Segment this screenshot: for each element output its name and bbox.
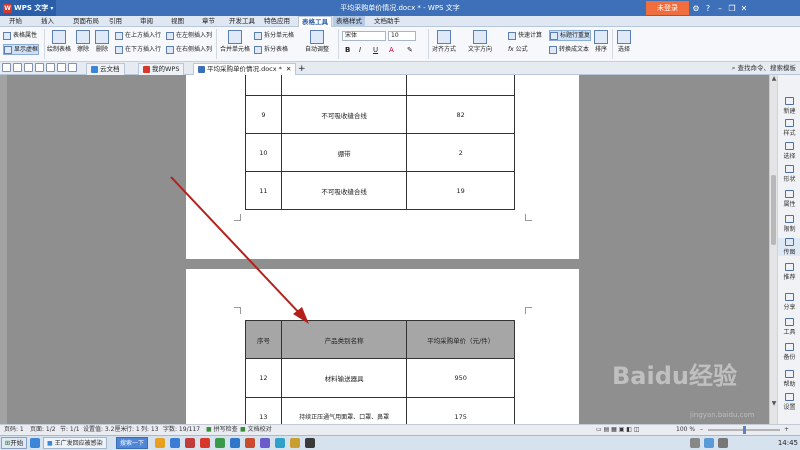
view-mode-icons[interactable]: ▭ ▤ ▦ ▣ ◧ ◫ [596,425,640,435]
backup-icon [785,343,794,351]
network-icon[interactable] [704,438,714,448]
right-task-panel: 新建 样式 选择 形状 属性 限制 传图 推荐 分享 工具 备份 帮助 设置 [777,75,800,424]
status-setting: 设置值: 3.2厘米 [83,426,127,433]
folder-icon[interactable] [155,438,165,448]
watermark-url: jingyan.baidu.com [690,411,755,419]
image-icon [785,238,794,246]
props-icon [785,190,794,198]
vertical-scrollbar[interactable]: ▲ ▼ [769,75,777,424]
style-icon [785,119,794,127]
status-section: 节: 1/1 [60,426,80,433]
ie-icon[interactable] [30,438,40,448]
scroll-thumb[interactable] [771,175,776,245]
start-button[interactable]: ⊞开始 [1,437,27,449]
panel-upload-image[interactable]: 传图 [778,238,800,256]
zoom-out-icon[interactable]: – [700,425,703,435]
news-icon: ■ [47,440,53,447]
wps-window: W WPS 文字 ▾ 平均采购单价情况.docx * - WPS 文字 未登录 … [0,0,800,450]
share-icon [785,293,794,301]
tray-icon[interactable] [690,438,700,448]
tools-icon [785,318,794,326]
app-icon[interactable] [230,438,240,448]
media-icon[interactable] [185,438,195,448]
status-bar: 页码: 1 页面: 1/2 节: 1/1 设置值: 3.2厘米 行: 1 列: … [0,424,800,435]
ie-icon[interactable] [170,438,180,448]
panel-shape[interactable]: 形状 [778,165,800,183]
help-icon [785,370,794,378]
zoom-slider-knob[interactable] [743,426,746,434]
panel-style[interactable]: 样式 [778,119,800,137]
check-icon: ■ [206,426,212,433]
status-words[interactable]: 字数: 19/117 [163,425,200,435]
taskbar-news-app[interactable]: ■ 王广发回应被感染 [43,437,107,449]
panel-props[interactable]: 属性 [778,190,800,208]
restrict-icon [785,215,794,223]
baidu-watermark: Baidu经验 [612,362,737,390]
app-icon[interactable] [290,438,300,448]
shape-icon [785,165,794,173]
app-icon[interactable] [275,438,285,448]
new-icon [785,97,794,105]
taskbar-search[interactable]: 搜索一下 [116,437,149,449]
zoom-in-icon[interactable]: + [784,425,789,435]
panel-backup[interactable]: 备份 [778,343,800,361]
app-icon[interactable] [260,438,270,448]
panel-new[interactable]: 新建 [778,97,800,115]
wps-taskbar-icon[interactable] [200,438,210,448]
volume-icon[interactable] [718,438,728,448]
panel-share[interactable]: 分享 [778,293,800,311]
recommend-icon [785,263,794,271]
panel-restrict[interactable]: 限制 [778,215,800,233]
panel-settings[interactable]: 设置 [778,393,800,411]
status-pages: 页面: 1/2 [30,426,56,433]
panel-select[interactable]: 选择 [778,142,800,160]
status-page-no: 页码: 1 [4,426,24,433]
os-taskbar: ⊞开始 ■ 王广发回应被感染 搜索一下 14:45 [0,435,800,450]
panel-tools[interactable]: 工具 [778,318,800,336]
status-proof[interactable]: ■ 文档校对 [240,425,272,435]
app-icon[interactable] [305,438,315,448]
zoom-level[interactable]: 100 % [676,425,695,435]
clock[interactable]: 14:45 [778,437,798,449]
panel-help[interactable]: 帮助 [778,370,800,388]
status-col: 列: 13 [141,426,159,433]
status-spell-check[interactable]: ■ 拼写检查 [206,425,238,435]
gear-icon [785,393,794,401]
proof-icon: ■ [240,426,246,433]
app-icon[interactable] [215,438,225,448]
app-icon[interactable] [245,438,255,448]
select-icon [785,142,794,150]
panel-recommend[interactable]: 推荐 [778,263,800,281]
status-row: 行: 1 [126,426,140,433]
